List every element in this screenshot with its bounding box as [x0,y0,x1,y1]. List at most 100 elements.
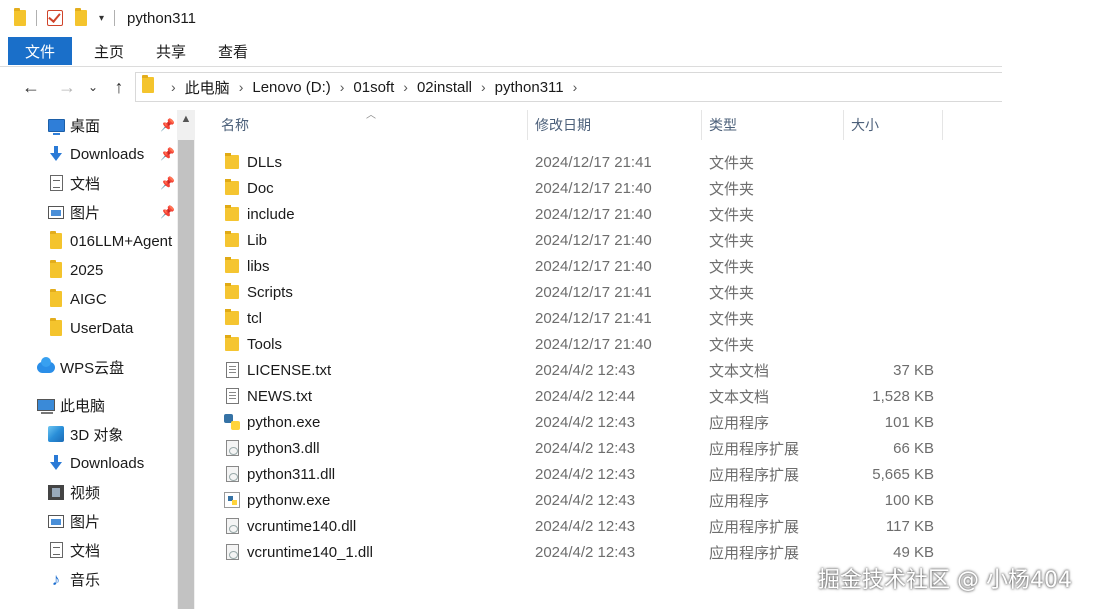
sidebar-item-label: AIGC [70,290,107,308]
sidebar-item-videos[interactable]: 视频 [0,479,176,505]
file-row[interactable]: Lib 2024/12/17 21:40 文件夹 [212,227,1002,253]
column-header-modified[interactable]: 修改日期 [535,110,591,140]
chevron-right-icon[interactable]: › [573,79,578,95]
file-modified-date: 2024/4/2 12:43 [535,439,636,457]
tab-file[interactable]: 文件 [8,37,72,65]
file-type: 文件夹 [709,310,755,328]
tab-view[interactable]: 查看 [202,37,264,65]
file-modified-date: 2024/4/2 12:43 [535,517,636,535]
file-name: tcl [247,309,262,327]
sidebar-item-3d-objects[interactable]: 3D 对象 [0,421,176,447]
sidebar-item-label: WPS云盘 [60,359,125,377]
file-row[interactable]: include 2024/12/17 21:40 文件夹 [212,201,1002,227]
file-modified-date: 2024/4/2 12:43 [535,361,636,379]
tab-share[interactable]: 共享 [140,37,202,65]
file-row[interactable]: Tools 2024/12/17 21:40 文件夹 [212,331,1002,357]
chevron-right-icon[interactable]: › [481,79,486,95]
sidebar-item-2025[interactable]: 2025 [0,257,176,283]
sidebar-item-documents[interactable]: 文档 📌 [0,170,176,196]
quick-access-dropdown-icon[interactable]: ▾ [99,13,104,24]
sidebar-scrollbar[interactable]: ▲ [177,110,195,609]
file-name: NEWS.txt [247,387,313,405]
tab-home[interactable]: 主页 [78,37,140,65]
sidebar-item-this-pc[interactable]: 此电脑 [0,392,176,418]
file-modified-date: 2024/12/17 21:40 [535,335,652,353]
file-size: 1,528 KB [872,387,934,405]
divider [701,110,702,140]
folder-icon [142,75,154,97]
file-type: 文件夹 [709,154,755,172]
file-row[interactable]: python311.dll 2024/4/2 12:43 应用程序扩展 5,665 K… [212,461,1002,487]
file-size: 49 KB [893,543,934,561]
file-type: 文件夹 [709,258,755,276]
recent-locations-chevron-icon[interactable]: ⌄ [82,80,104,94]
new-folder-icon[interactable] [75,8,87,28]
folder-icon [46,318,66,336]
file-name: Scripts [247,283,293,301]
file-row[interactable]: LICENSE.txt 2024/4/2 12:43 文本文档 37 KB [212,357,1002,383]
file-row[interactable]: NEWS.txt 2024/4/2 12:44 文本文档 1,528 KB [212,383,1002,409]
sidebar-item-label: 音乐 [70,571,101,589]
breadcrumb-01soft[interactable]: 01soft [353,79,394,96]
breadcrumb-02install[interactable]: 02install [417,79,472,96]
file-type: 应用程序 [709,492,770,510]
sidebar-item-aigc[interactable]: AIGC [0,286,176,312]
title-bar: ▾ python311 [0,0,1115,36]
file-size: 37 KB [893,361,934,379]
sidebar-item-music[interactable]: ♪ 音乐 [0,566,176,592]
scroll-up-arrow-icon[interactable]: ▲ [177,110,195,128]
folder-icon [224,179,240,196]
file-row[interactable]: python.exe 2024/4/2 12:43 应用程序 101 KB [212,409,1002,435]
breadcrumb-this-pc[interactable]: 此电脑 [185,77,230,98]
chevron-right-icon[interactable]: › [340,79,345,95]
breadcrumb-python311[interactable]: python311 [495,79,564,96]
file-row[interactable]: python3.dll 2024/4/2 12:43 应用程序扩展 66 KB [212,435,1002,461]
file-modified-date: 2024/12/17 21:41 [535,283,652,301]
sidebar-item-downloads-pc[interactable]: Downloads [0,450,176,476]
file-row[interactable]: tcl 2024/12/17 21:41 文件夹 [212,305,1002,331]
video-icon [46,484,66,500]
column-header-name[interactable]: 名称 [221,110,249,140]
up-button[interactable]: ↑ [104,77,134,98]
file-row[interactable]: vcruntime140.dll 2024/4/2 12:43 应用程序扩展 117 … [212,513,1002,539]
file-size: 101 KB [884,413,934,431]
chevron-right-icon[interactable]: › [239,79,244,95]
forward-button[interactable]: → [52,77,82,98]
folder-icon [224,309,240,326]
file-modified-date: 2024/12/17 21:40 [535,231,652,249]
sidebar-item-wps-cloud[interactable]: WPS云盘 [0,354,176,380]
sidebar-item-downloads[interactable]: Downloads 📌 [0,141,176,167]
file-row[interactable]: Doc 2024/12/17 21:40 文件夹 [212,175,1002,201]
divider [843,110,844,140]
scrollbar-thumb[interactable] [178,140,194,609]
chevron-right-icon[interactable]: › [403,79,408,95]
file-row[interactable]: Scripts 2024/12/17 21:41 文件夹 [212,279,1002,305]
chevron-right-icon[interactable]: › [171,79,176,95]
sidebar-item-016llm-agent[interactable]: 016LLM+Agent [0,228,176,254]
sidebar-item-pictures[interactable]: 图片 📌 [0,199,176,225]
column-header-type[interactable]: 类型 [709,110,737,140]
file-row[interactable]: DLLs 2024/12/17 21:41 文件夹 [212,149,1002,175]
folder-icon [224,231,240,248]
sidebar-item-desktop[interactable]: 桌面 📌 [0,112,176,138]
pin-icon: 📌 [160,147,175,161]
column-header-size[interactable]: 大小 [851,110,879,140]
breadcrumb-drive[interactable]: Lenovo (D:) [252,79,330,96]
watermark: 掘金技术社区 @ 小杨404 [818,568,1072,593]
file-name: python.exe [247,413,321,431]
back-button[interactable]: ← [16,77,46,98]
file-type: 文件夹 [709,284,755,302]
file-modified-date: 2024/12/17 21:40 [535,257,652,275]
file-modified-date: 2024/4/2 12:43 [535,543,636,561]
file-type: 文件夹 [709,206,755,224]
file-type: 应用程序扩展 [709,440,800,458]
address-bar[interactable]: › 此电脑 › Lenovo (D:) › 01soft › 02install… [135,72,1002,102]
sidebar-item-documents-pc[interactable]: 文档 [0,537,176,563]
sidebar-item-userdata[interactable]: UserData [0,315,176,341]
folder-icon [224,257,240,274]
file-row[interactable]: libs 2024/12/17 21:40 文件夹 [212,253,1002,279]
file-row[interactable]: pythonw.exe 2024/4/2 12:43 应用程序 100 KB [212,487,1002,513]
properties-check-icon[interactable] [47,8,63,28]
sidebar-item-pictures-pc[interactable]: 图片 [0,508,176,534]
sidebar-item-label: 此电脑 [60,397,106,415]
